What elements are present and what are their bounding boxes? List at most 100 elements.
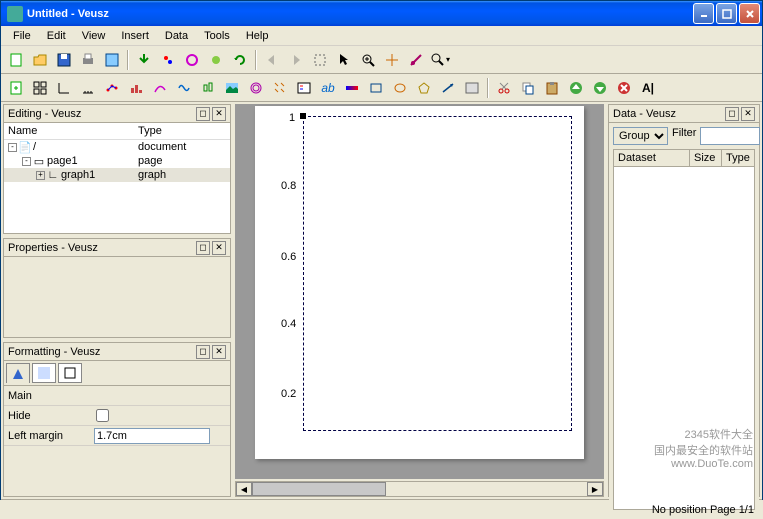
edit-data-icon[interactable]	[157, 49, 179, 71]
editing-panel: Editing - Veusz ◻✕ Name Type -📄/ documen…	[3, 104, 231, 234]
properties-panel-title: Properties - Veusz	[8, 242, 98, 254]
maximize-button[interactable]	[716, 3, 737, 24]
menu-edit[interactable]: Edit	[39, 28, 74, 44]
left-margin-input[interactable]	[94, 428, 210, 444]
import-data-icon[interactable]	[133, 49, 155, 71]
menubar: File Edit View Insert Data Tools Help	[1, 26, 762, 46]
zoom-dropdown-icon[interactable]: ▾	[429, 49, 451, 71]
format-tab-border[interactable]	[58, 363, 82, 383]
group-select[interactable]: Group	[613, 127, 668, 145]
menu-data[interactable]: Data	[157, 28, 196, 44]
zoom-graph-icon[interactable]	[357, 49, 379, 71]
add-xy-icon[interactable]	[101, 77, 123, 99]
minimize-button[interactable]	[693, 3, 714, 24]
y-tick-label: 0.4	[281, 318, 296, 330]
format-tab-background[interactable]	[32, 363, 56, 383]
add-image-icon[interactable]	[221, 77, 243, 99]
add-axis-icon[interactable]	[77, 77, 99, 99]
menu-help[interactable]: Help	[238, 28, 277, 44]
undock-icon[interactable]: ◻	[725, 107, 739, 121]
status-text: No position Page 1/1	[652, 504, 754, 516]
dataset-list[interactable]: Dataset Size Type	[613, 149, 755, 510]
col-dataset: Dataset	[614, 150, 690, 166]
move-up-icon[interactable]	[565, 77, 587, 99]
add-fit-icon[interactable]	[149, 77, 171, 99]
y-tick-label: 0.2	[281, 388, 296, 400]
formatting-panel-title: Formatting - Veusz	[8, 346, 100, 358]
tree-row[interactable]: -📄/ document	[4, 140, 230, 154]
add-vectorfield-icon[interactable]	[269, 77, 291, 99]
undock-icon[interactable]: ◻	[196, 345, 210, 359]
hide-checkbox[interactable]	[96, 409, 109, 422]
add-contour-icon[interactable]	[245, 77, 267, 99]
tree-row[interactable]: -▭page1 page	[4, 154, 230, 168]
format-tab-main[interactable]	[6, 363, 30, 383]
cut-icon[interactable]	[493, 77, 515, 99]
close-panel-icon[interactable]: ✕	[212, 345, 226, 359]
add-colorbar-icon[interactable]	[341, 77, 363, 99]
close-button[interactable]	[739, 3, 760, 24]
y-tick-label: 1	[289, 112, 295, 124]
add-graph-icon[interactable]	[53, 77, 75, 99]
add-rect-icon[interactable]	[365, 77, 387, 99]
scroll-thumb[interactable]	[252, 482, 386, 496]
add-grid-icon[interactable]	[29, 77, 51, 99]
properties-panel: Properties - Veusz ◻✕	[3, 238, 231, 338]
graph-icon: ∟	[47, 169, 59, 181]
close-panel-icon[interactable]: ✕	[212, 107, 226, 121]
open-icon[interactable]	[29, 49, 51, 71]
menu-insert[interactable]: Insert	[113, 28, 157, 44]
add-function-icon[interactable]	[173, 77, 195, 99]
fmt-leftmargin-label: Left margin	[4, 430, 94, 442]
add-line-icon[interactable]	[437, 77, 459, 99]
window-title: Untitled - Veusz	[27, 8, 693, 20]
print-icon[interactable]	[77, 49, 99, 71]
canvas[interactable]: 1 0.8 0.6 0.4 0.2	[235, 104, 604, 479]
tree-toggle-icon[interactable]: -	[8, 143, 17, 152]
capture-icon[interactable]	[181, 49, 203, 71]
scroll-left-icon[interactable]: ◀	[236, 482, 252, 496]
menu-view[interactable]: View	[74, 28, 114, 44]
add-imagefile-icon[interactable]	[461, 77, 483, 99]
add-label-icon[interactable]: ab	[317, 77, 339, 99]
new-document-icon[interactable]	[5, 49, 27, 71]
prev-page-icon[interactable]	[261, 49, 283, 71]
undock-icon[interactable]: ◻	[196, 241, 210, 255]
move-down-icon[interactable]	[589, 77, 611, 99]
add-page-icon[interactable]	[5, 77, 27, 99]
menu-file[interactable]: File	[5, 28, 39, 44]
next-page-icon[interactable]	[285, 49, 307, 71]
add-ellipse-icon[interactable]	[389, 77, 411, 99]
filter-input[interactable]	[700, 127, 760, 145]
copy-icon[interactable]	[517, 77, 539, 99]
tree-toggle-icon[interactable]: +	[36, 171, 45, 180]
save-icon[interactable]	[53, 49, 75, 71]
menu-tools[interactable]: Tools	[196, 28, 238, 44]
scroll-right-icon[interactable]: ▶	[587, 482, 603, 496]
rename-icon[interactable]: A|	[637, 77, 659, 99]
export-icon[interactable]	[101, 49, 123, 71]
delete-icon[interactable]	[613, 77, 635, 99]
recenter-icon[interactable]	[381, 49, 403, 71]
add-key-icon[interactable]	[293, 77, 315, 99]
add-boxplot-icon[interactable]	[197, 77, 219, 99]
tree-toggle-icon[interactable]: -	[22, 157, 31, 166]
zoom-select-icon[interactable]	[309, 49, 331, 71]
reload-icon[interactable]	[229, 49, 251, 71]
page-view[interactable]: 1 0.8 0.6 0.4 0.2	[255, 106, 584, 459]
close-panel-icon[interactable]: ✕	[741, 107, 755, 121]
add-bar-icon[interactable]	[125, 77, 147, 99]
paste-icon[interactable]	[541, 77, 563, 99]
graph-frame[interactable]	[303, 116, 572, 431]
reset-zoom-icon[interactable]	[405, 49, 427, 71]
add-polygon-icon[interactable]	[413, 77, 435, 99]
horizontal-scrollbar[interactable]: ◀ ▶	[235, 481, 604, 497]
y-tick-label: 0.6	[281, 251, 296, 263]
tree-row[interactable]: +∟graph1 graph	[4, 168, 230, 182]
resize-handle-icon[interactable]	[300, 113, 306, 119]
undock-icon[interactable]: ◻	[196, 107, 210, 121]
filter-icon[interactable]	[205, 49, 227, 71]
toolbar-insert: ab A|	[1, 74, 762, 102]
pointer-icon[interactable]	[333, 49, 355, 71]
close-panel-icon[interactable]: ✕	[212, 241, 226, 255]
